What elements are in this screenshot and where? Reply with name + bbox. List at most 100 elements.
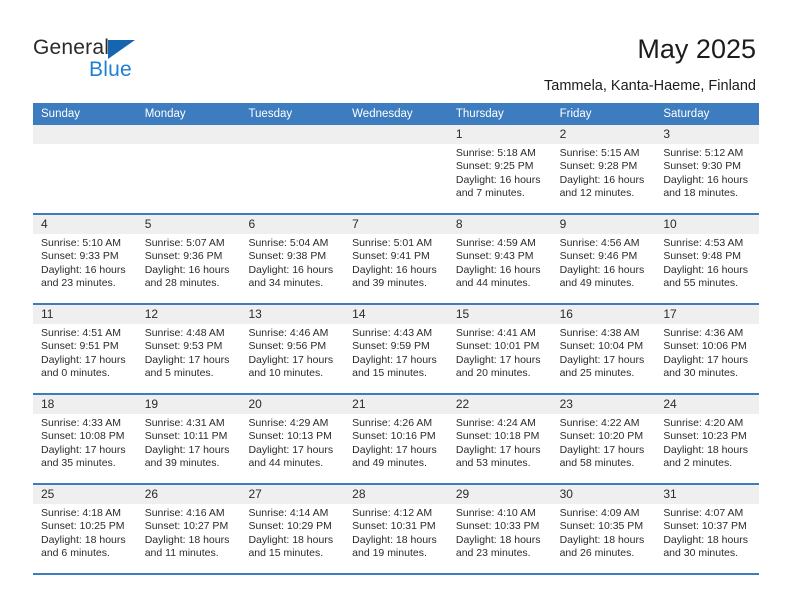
sunrise-text: Sunrise: 5:15 AM (559, 147, 640, 159)
calendar-day-cell[interactable]: 9 Sunrise: 4:56 AM Sunset: 9:46 PM Daylight… (551, 215, 656, 303)
day-sun-info: Sunrise: 5:10 AM Sunset: 9:33 PM Daylight:… (33, 234, 137, 291)
calendar-day-cell[interactable]: 3 Sunrise: 5:12 AM Sunset: 9:30 PM Daylight… (655, 125, 760, 213)
calendar-day-cell[interactable]: 10 Sunrise: 4:53 AM Sunset: 9:48 PM Dayligh… (655, 215, 760, 303)
calendar-day-cell[interactable]: 25 Sunrise: 4:18 AM Sunset: 10:25 PM Daylig… (33, 485, 137, 573)
calendar-day-cell[interactable]: 18 Sunrise: 4:33 AM Sunset: 10:08 PM Daylig… (33, 395, 137, 483)
day-number-band: 25 (33, 485, 137, 504)
day-sun-info: Sunrise: 4:14 AM Sunset: 10:29 PM Daylight… (240, 504, 344, 561)
calendar-day-cell[interactable]: 4 Sunrise: 5:10 AM Sunset: 9:33 PM Daylight… (33, 215, 137, 303)
day-number-band: 9 (551, 215, 656, 234)
sunrise-text: Sunrise: 4:09 AM (559, 507, 640, 519)
day-sun-info: Sunrise: 4:36 AM Sunset: 10:06 PM Daylight… (655, 324, 759, 381)
day-number-band: 30 (551, 485, 656, 504)
daylight-text: Daylight: 17 hours and 25 minutes. (559, 353, 645, 380)
day-number-band: 14 (344, 305, 448, 324)
daylight-text: Daylight: 18 hours and 6 minutes. (41, 533, 126, 560)
day-number-band: 15 (447, 305, 552, 324)
daylight-text: Daylight: 16 hours and 34 minutes. (248, 263, 334, 290)
day-number-band: 19 (136, 395, 241, 414)
day-number: 27 (248, 487, 262, 501)
day-number-band: 27 (240, 485, 345, 504)
day-sun-info: Sunrise: 5:04 AM Sunset: 9:38 PM Daylight:… (240, 234, 344, 291)
sunset-text: Sunset: 10:25 PM (41, 520, 125, 533)
daylight-text: Daylight: 18 hours and 30 minutes. (663, 533, 748, 560)
calendar-day-cell[interactable]: 19 Sunrise: 4:31 AM Sunset: 10:11 PM Daylig… (136, 395, 241, 483)
calendar-day-cell[interactable]: 14 Sunrise: 4:43 AM Sunset: 9:59 PM Dayligh… (344, 305, 448, 393)
sunrise-text: Sunrise: 4:22 AM (559, 417, 640, 429)
day-number: 4 (41, 217, 48, 231)
calendar-day-cell[interactable]: 8 Sunrise: 4:59 AM Sunset: 9:43 PM Daylight… (447, 215, 552, 303)
calendar-day-cell[interactable]: 21 Sunrise: 4:26 AM Sunset: 10:16 PM Daylig… (344, 395, 448, 483)
weekday-thursday: Thursday (455, 108, 504, 120)
day-number: 16 (559, 307, 573, 321)
calendar-day-cell[interactable]: 15 Sunrise: 4:41 AM Sunset: 10:01 PM Daylig… (447, 305, 552, 393)
day-number: 15 (455, 307, 470, 321)
sunset-text: Sunset: 10:31 PM (352, 520, 436, 533)
day-sun-info: Sunrise: 4:41 AM Sunset: 10:01 PM Daylight… (448, 324, 552, 381)
sunset-text: Sunset: 9:59 PM (352, 340, 430, 353)
daylight-text: Daylight: 17 hours and 30 minutes. (663, 353, 748, 380)
day-number-band: 17 (655, 305, 760, 324)
daylight-text: Daylight: 18 hours and 26 minutes. (559, 533, 645, 560)
calendar-day-cell[interactable]: 12 Sunrise: 4:48 AM Sunset: 9:53 PM Dayligh… (136, 305, 241, 393)
day-number: 19 (144, 397, 159, 411)
sunset-text: Sunset: 9:48 PM (663, 250, 741, 263)
daylight-text: Daylight: 17 hours and 44 minutes. (248, 443, 334, 470)
calendar-day-cell[interactable]: 2 Sunrise: 5:15 AM Sunset: 9:28 PM Daylight… (551, 125, 656, 213)
sunset-text: Sunset: 10:35 PM (559, 520, 644, 533)
calendar-day-cell[interactable]: 13 Sunrise: 4:46 AM Sunset: 9:56 PM Dayligh… (240, 305, 345, 393)
day-number: 6 (248, 217, 256, 231)
calendar-day-cell[interactable]: 20 Sunrise: 4:29 AM Sunset: 10:13 PM Daylig… (240, 395, 345, 483)
calendar-day-cell[interactable]: 1 Sunrise: 5:18 AM Sunset: 9:25 PM Daylight… (447, 125, 552, 213)
sunset-text: Sunset: 9:43 PM (455, 250, 534, 263)
logo-text-blue: Blue (89, 58, 132, 81)
calendar-day-cell[interactable]: 26 Sunrise: 4:16 AM Sunset: 10:27 PM Daylig… (136, 485, 241, 573)
day-number: 7 (352, 217, 359, 231)
day-number: 18 (41, 397, 55, 411)
day-number: 29 (455, 487, 470, 501)
daylight-text: Daylight: 18 hours and 15 minutes. (248, 533, 334, 560)
calendar-day-cell[interactable]: 31 Sunrise: 4:07 AM Sunset: 10:37 PM Daylig… (655, 485, 760, 573)
daylight-text: Daylight: 18 hours and 11 minutes. (144, 533, 230, 560)
sunset-text: Sunset: 10:08 PM (41, 430, 125, 443)
sunrise-text: Sunrise: 4:33 AM (41, 417, 121, 429)
day-number-band: 26 (136, 485, 241, 504)
calendar-day-cell[interactable]: 5 Sunrise: 5:07 AM Sunset: 9:36 PM Daylight… (136, 215, 241, 303)
sunset-text: Sunset: 9:38 PM (248, 250, 327, 263)
calendar-day-cell[interactable]: 27 Sunrise: 4:14 AM Sunset: 10:29 PM Daylig… (240, 485, 345, 573)
day-number-band: 24 (655, 395, 760, 414)
day-number-band: 12 (136, 305, 241, 324)
sunrise-text: Sunrise: 4:41 AM (455, 327, 536, 339)
day-number-band: 13 (240, 305, 345, 324)
calendar-day-cell[interactable]: 28 Sunrise: 4:12 AM Sunset: 10:31 PM Daylig… (344, 485, 448, 573)
calendar-day-cell[interactable]: 6 Sunrise: 5:04 AM Sunset: 9:38 PM Daylight… (240, 215, 345, 303)
calendar-day-cell[interactable]: 29 Sunrise: 4:10 AM Sunset: 10:33 PM Daylig… (447, 485, 552, 573)
day-number: 24 (663, 397, 677, 411)
sunrise-text: Sunrise: 5:10 AM (41, 237, 121, 249)
day-number: 30 (559, 487, 573, 501)
calendar-day-cell[interactable]: 24 Sunrise: 4:20 AM Sunset: 10:23 PM Daylig… (655, 395, 760, 483)
day-number: 3 (663, 127, 670, 141)
day-number-band: 5 (136, 215, 241, 234)
day-number: 12 (144, 307, 159, 321)
calendar-day-cell[interactable]: 23 Sunrise: 4:22 AM Sunset: 10:20 PM Daylig… (551, 395, 656, 483)
daylight-text: Daylight: 16 hours and 39 minutes. (352, 263, 437, 290)
daylight-text: Daylight: 16 hours and 49 minutes. (559, 263, 645, 290)
day-number: 28 (352, 487, 366, 501)
calendar-day-cell[interactable]: 11 Sunrise: 4:51 AM Sunset: 9:51 PM Dayligh… (33, 305, 137, 393)
daylight-text: Daylight: 17 hours and 53 minutes. (455, 443, 541, 470)
sunset-text: Sunset: 9:56 PM (248, 340, 327, 353)
calendar-day-cell[interactable]: 7 Sunrise: 5:01 AM Sunset: 9:41 PM Daylight… (344, 215, 448, 303)
weekday-friday: Friday (559, 108, 592, 120)
calendar-day-cell[interactable]: 17 Sunrise: 4:36 AM Sunset: 10:06 PM Daylig… (655, 305, 760, 393)
day-number-band: 23 (551, 395, 656, 414)
sunset-text: Sunset: 9:46 PM (559, 250, 638, 263)
calendar-day-cell[interactable]: 16 Sunrise: 4:38 AM Sunset: 10:04 PM Daylig… (551, 305, 656, 393)
calendar-day-cell[interactable]: 22 Sunrise: 4:24 AM Sunset: 10:18 PM Daylig… (447, 395, 552, 483)
day-sun-info: Sunrise: 4:22 AM Sunset: 10:20 PM Daylight… (552, 414, 656, 471)
calendar-day-cell[interactable]: 30 Sunrise: 4:09 AM Sunset: 10:35 PM Daylig… (551, 485, 656, 573)
day-sun-info: Sunrise: 4:09 AM Sunset: 10:35 PM Daylight… (552, 504, 656, 561)
sunrise-text: Sunrise: 5:01 AM (352, 237, 433, 249)
day-number: 21 (352, 397, 366, 411)
generalblue-logo[interactable]: General Blue (33, 36, 163, 84)
